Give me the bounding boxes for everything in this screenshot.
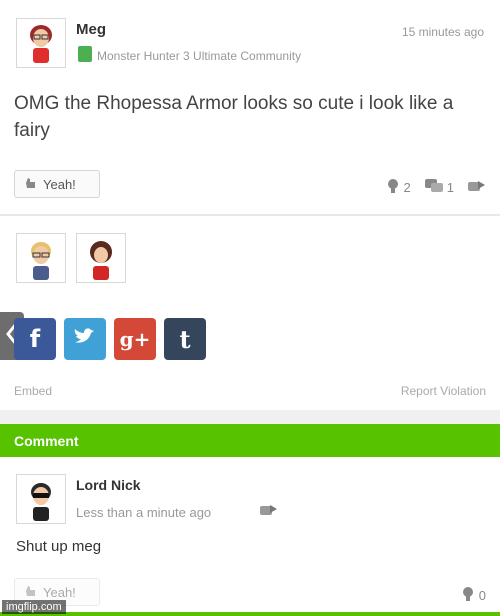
- yeah-hand-icon: [23, 175, 39, 194]
- yeah-count-icon: [386, 178, 400, 197]
- yeah-count-icon: [461, 586, 475, 605]
- comment-author-name[interactable]: Lord Nick: [76, 477, 141, 493]
- yeah-user-avatar[interactable]: [76, 233, 126, 283]
- comment-count: 1: [446, 180, 454, 195]
- tumblr-share-button[interactable]: t: [164, 318, 206, 360]
- facebook-icon: f: [29, 325, 41, 353]
- comment-author-avatar[interactable]: [16, 474, 66, 524]
- watermark: imgflip.com: [2, 600, 66, 614]
- comment-count-icon: [424, 179, 443, 196]
- post-author-avatar[interactable]: [16, 18, 66, 68]
- comment-yeah-label: Yeah!: [43, 584, 76, 600]
- yeah-button-label: Yeah!: [43, 176, 76, 192]
- comment-yeah-counts: 0: [461, 586, 486, 605]
- comment-yeah-count: 0: [478, 588, 486, 603]
- embed-link[interactable]: Embed: [14, 384, 52, 398]
- share-icon[interactable]: [260, 503, 278, 522]
- report-violation-link[interactable]: Report Violation: [401, 384, 486, 398]
- twitter-share-button[interactable]: [64, 318, 106, 360]
- post-author-name[interactable]: Meg: [76, 21, 106, 38]
- googleplus-icon: g+: [119, 327, 151, 351]
- community-link[interactable]: Monster Hunter 3 Ultimate Community: [97, 49, 301, 63]
- post-counts: 2 1: [386, 178, 486, 197]
- comments-header-label: Comment: [14, 432, 79, 449]
- share-small-icon[interactable]: [468, 179, 486, 196]
- comment-body: Shut up meg: [16, 538, 102, 555]
- community-icon: [78, 46, 92, 62]
- yeah-hand-icon: [23, 583, 39, 602]
- divider-share: [0, 410, 500, 424]
- twitter-icon: [73, 325, 97, 353]
- post-time: 15 minutes ago: [401, 25, 484, 39]
- divider-post-actions: [0, 214, 500, 216]
- googleplus-share-button[interactable]: g+: [114, 318, 156, 360]
- bottom-green-edge: [0, 612, 500, 616]
- yeah-button[interactable]: Yeah!: [14, 170, 100, 198]
- comments-header: Comment: [0, 424, 500, 457]
- post-body: OMG the Rhopessa Armor looks so cute i l…: [14, 93, 454, 141]
- yeah-count: 2: [403, 180, 411, 195]
- tumblr-icon: t: [179, 324, 191, 354]
- yeah-user-avatar[interactable]: [16, 233, 66, 283]
- comment-time: Less than a minute ago: [76, 505, 212, 520]
- facebook-share-button[interactable]: f: [14, 318, 56, 360]
